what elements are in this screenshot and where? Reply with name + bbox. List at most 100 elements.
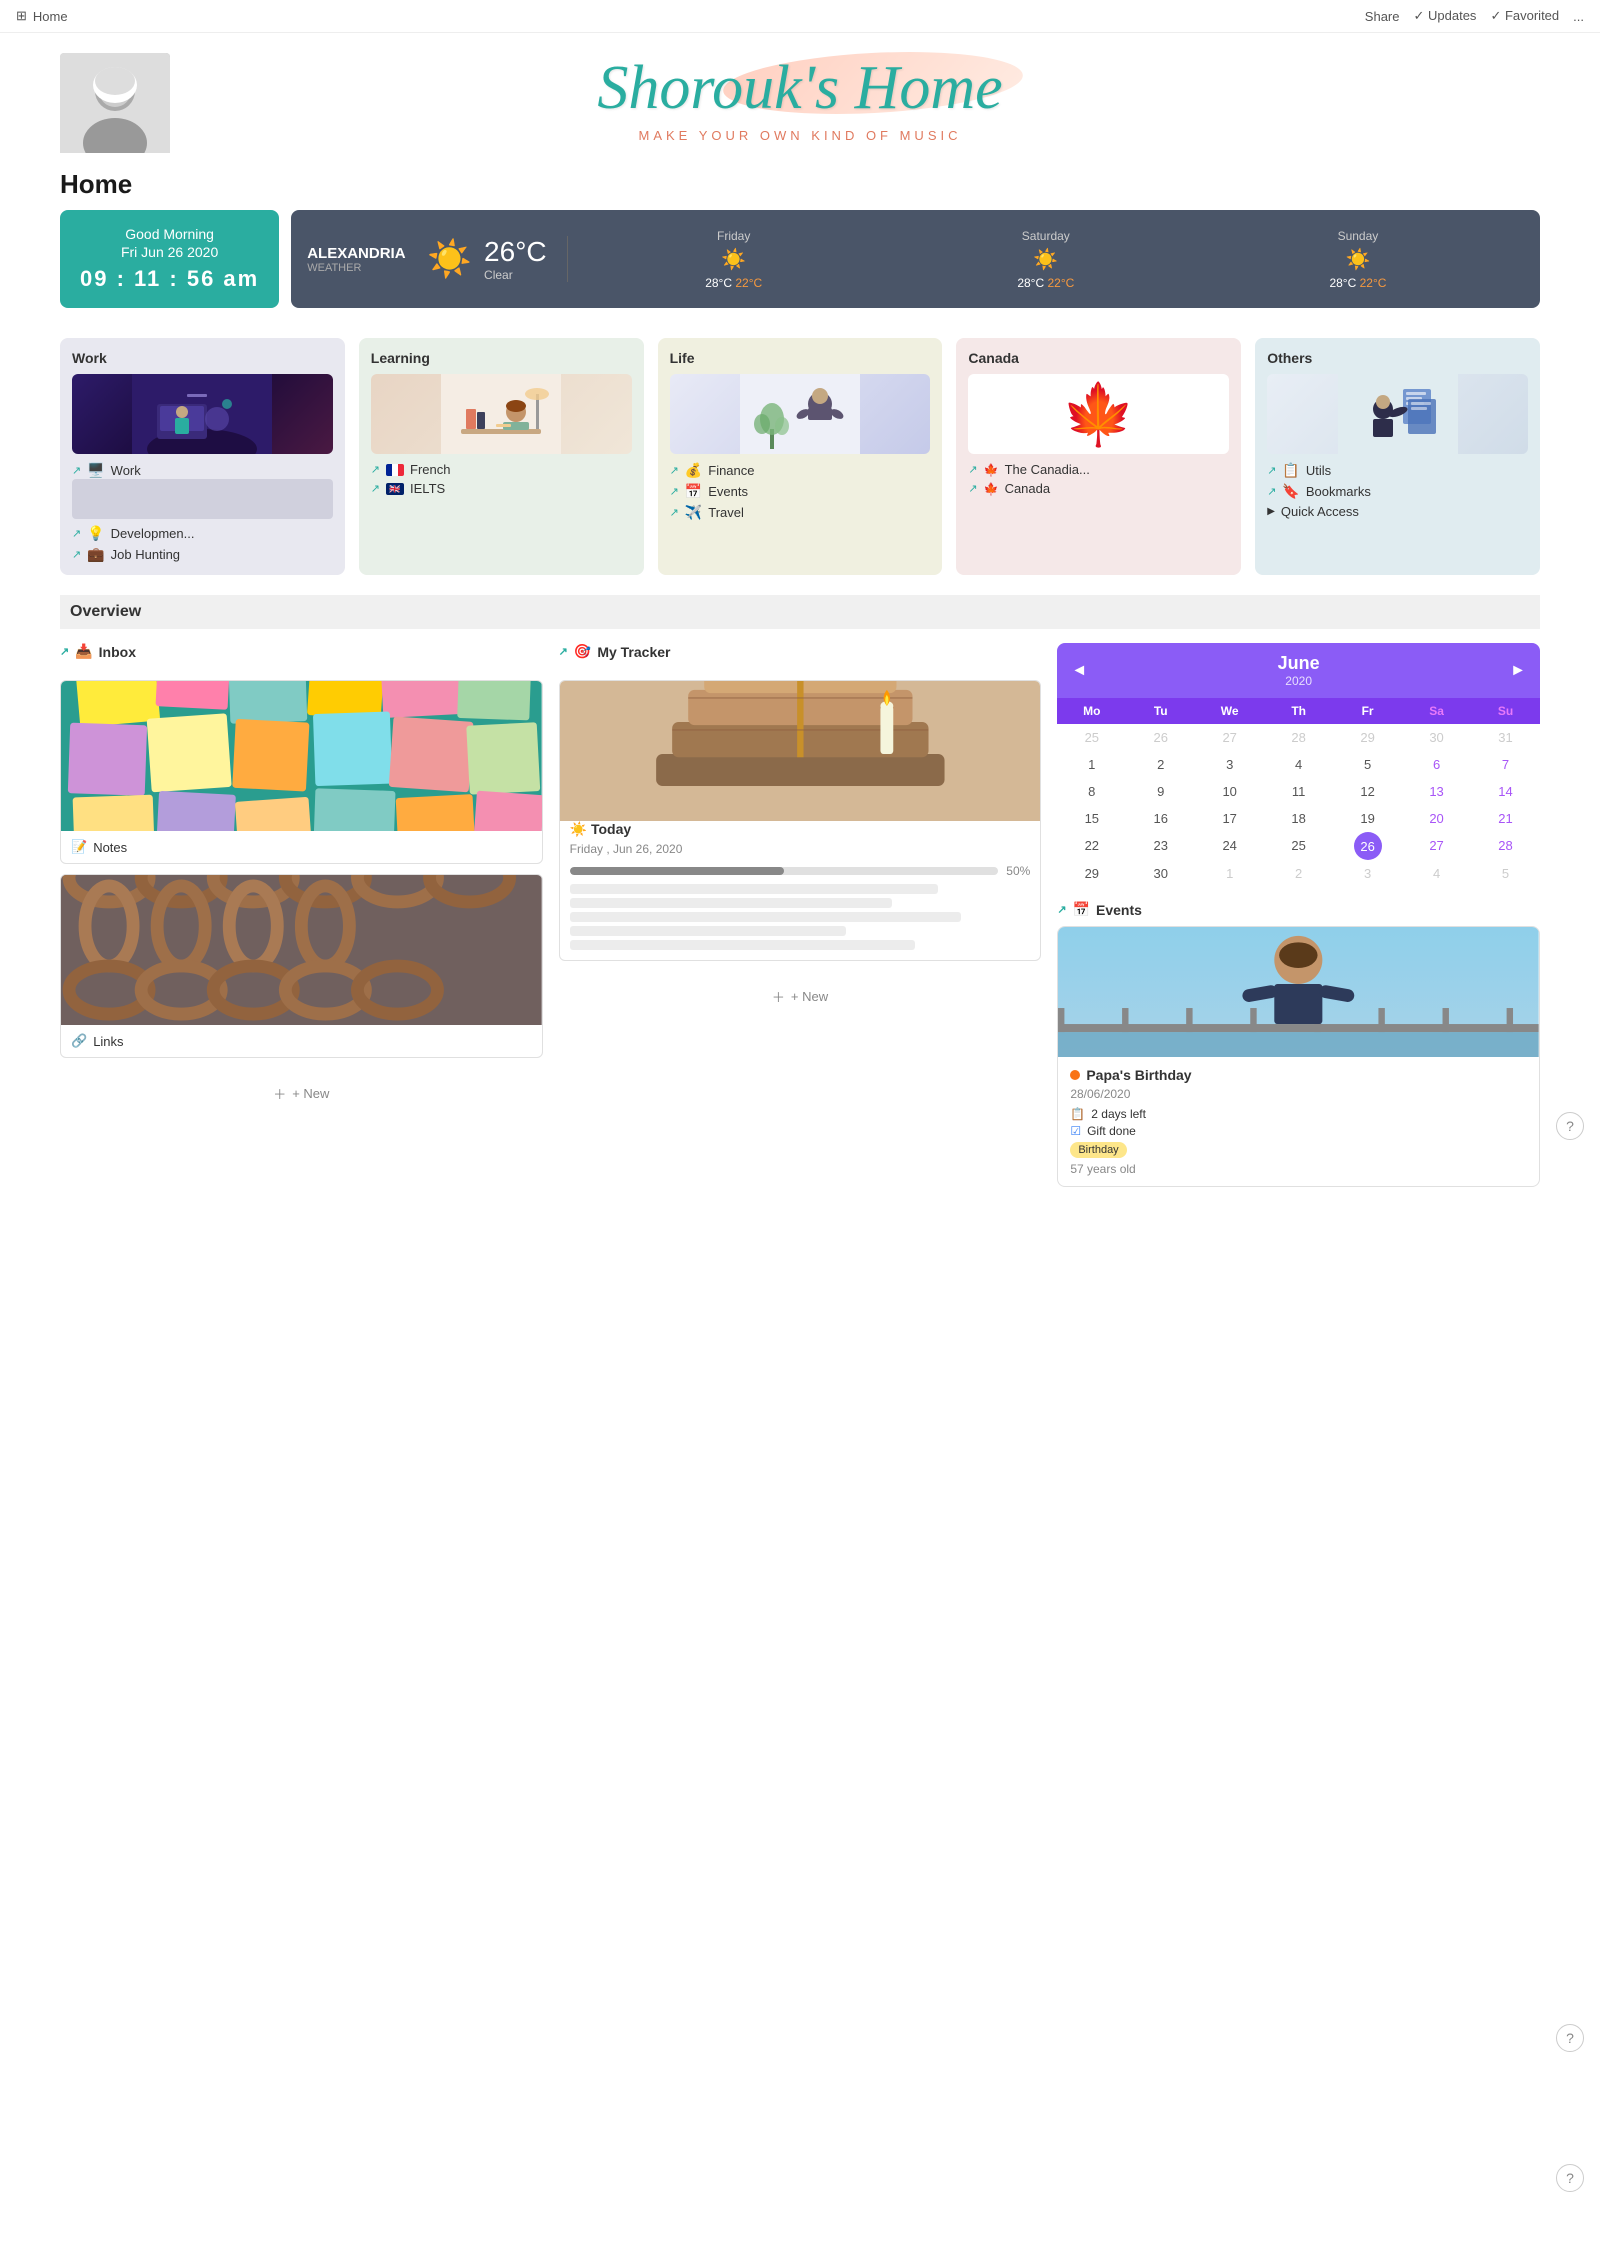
share-button[interactable]: Share <box>1365 9 1400 24</box>
cal-day[interactable]: 30 <box>1126 860 1195 887</box>
cal-day[interactable]: 23 <box>1126 832 1195 860</box>
cal-week-2: 1 2 3 4 5 6 7 <box>1057 751 1540 778</box>
cal-day[interactable]: 30 <box>1402 724 1471 751</box>
cal-day[interactable]: 5 <box>1333 751 1402 778</box>
help-button-mid[interactable]: ? <box>1556 1112 1584 1140</box>
cal-day[interactable]: 8 <box>1057 778 1126 805</box>
arrow-icon: ↗ <box>72 464 81 477</box>
cal-day[interactable]: 29 <box>1057 860 1126 887</box>
cal-day[interactable]: 2 <box>1126 751 1195 778</box>
work-link-work[interactable]: ↗ 🖥️ Work <box>72 462 333 479</box>
cal-day[interactable]: 20 <box>1402 805 1471 832</box>
quick-access-button[interactable]: ▶ Quick Access <box>1267 504 1528 519</box>
arrow-icon: ↗ <box>60 645 69 658</box>
maple-leaf-large-icon: 🍁 <box>1061 379 1136 450</box>
cal-day[interactable]: 17 <box>1195 805 1264 832</box>
cal-day[interactable]: 6 <box>1402 751 1471 778</box>
event-card-birthday[interactable]: Papa's Birthday 28/06/2020 📋 2 days left… <box>1057 926 1540 1187</box>
notes-label: 📝 Notes <box>61 831 542 863</box>
event-checklist: 📋 2 days left ☑ Gift done <box>1070 1107 1527 1138</box>
arrow-icon: ↗ <box>670 464 679 477</box>
cal-day[interactable]: 15 <box>1057 805 1126 832</box>
events-label: Events <box>1096 902 1142 918</box>
category-card-life: Life ↗ 💰 Finance <box>658 338 943 575</box>
favorited-button[interactable]: ✓ Favorited <box>1490 8 1559 24</box>
category-card-others: Others ↗ 📋 <box>1255 338 1540 575</box>
more-button[interactable]: ... <box>1573 9 1584 24</box>
cal-day-today[interactable]: 26 <box>1354 832 1382 860</box>
event-check-gift: ☑ Gift done <box>1070 1124 1527 1138</box>
cal-day[interactable]: 1 <box>1195 860 1264 887</box>
time-widget: Good Morning Fri Jun 26 2020 09 : 11 : 5… <box>60 210 279 308</box>
cal-day[interactable]: 24 <box>1195 832 1264 860</box>
cal-day[interactable]: 11 <box>1264 778 1333 805</box>
cal-day[interactable]: 26 <box>1126 724 1195 751</box>
inbox-card-notes[interactable]: 📝 Notes <box>60 680 543 864</box>
cal-day[interactable]: 27 <box>1402 832 1471 860</box>
links-icon: 🔗 <box>71 1033 87 1049</box>
cal-day[interactable]: 14 <box>1471 778 1540 805</box>
cal-day[interactable]: 25 <box>1057 724 1126 751</box>
tracker-new-button[interactable]: ＋ + New <box>559 977 1042 1016</box>
today-label: ☀️ Today <box>570 821 1031 838</box>
cal-day[interactable]: 27 <box>1195 724 1264 751</box>
cal-day[interactable]: 3 <box>1333 860 1402 887</box>
cal-day[interactable]: 28 <box>1264 724 1333 751</box>
others-thumb <box>1267 374 1528 454</box>
cal-day[interactable]: 4 <box>1264 751 1333 778</box>
events-icon: 📅 <box>1073 901 1090 918</box>
cal-day[interactable]: 2 <box>1264 860 1333 887</box>
cal-day[interactable]: 28 <box>1471 832 1540 860</box>
cal-day[interactable]: 18 <box>1264 805 1333 832</box>
life-link-events[interactable]: ↗ 📅 Events <box>670 483 931 500</box>
checkbox-icon: ☑ <box>1070 1124 1081 1138</box>
nav-home[interactable]: ⊞ Home <box>16 8 68 24</box>
cal-day[interactable]: 4 <box>1402 860 1471 887</box>
cal-day[interactable]: 3 <box>1195 751 1264 778</box>
cal-day[interactable]: 31 <box>1471 724 1540 751</box>
cal-day[interactable]: 7 <box>1471 751 1540 778</box>
learning-link-french[interactable]: ↗ French <box>371 462 632 477</box>
cal-day[interactable]: 25 <box>1264 832 1333 860</box>
cal-day[interactable]: 29 <box>1333 724 1402 751</box>
life-link-travel[interactable]: ↗ ✈️ Travel <box>670 504 931 521</box>
cal-prev-button[interactable]: ◄ <box>1071 662 1087 680</box>
cal-day[interactable]: 9 <box>1126 778 1195 805</box>
dev-icon: 💡 <box>87 525 104 542</box>
inbox-card-links[interactable]: 🔗 Links <box>60 874 543 1058</box>
cal-day[interactable]: 13 <box>1402 778 1471 805</box>
inbox-new-button[interactable]: ＋ + New <box>60 1074 543 1113</box>
widgets-row: Good Morning Fri Jun 26 2020 09 : 11 : 5… <box>0 210 1600 328</box>
work-link-dev[interactable]: ↗ 💡 Developmen... <box>72 525 333 542</box>
cal-day[interactable]: 21 <box>1471 805 1540 832</box>
learning-link-ielts[interactable]: ↗ 🇬🇧 IELTS <box>371 481 632 496</box>
title-area: Shorouk's Home MAKE YOUR OWN KIND OF MUS… <box>597 53 1002 143</box>
cal-day[interactable]: 19 <box>1333 805 1402 832</box>
canada-link-canada[interactable]: ↗ 🍁 Canada <box>968 481 1229 496</box>
cal-day[interactable]: 10 <box>1195 778 1264 805</box>
canada-link-canadian[interactable]: ↗ 🍁 The Canadia... <box>968 462 1229 477</box>
overview-grid: ↗ 📥 Inbox <box>60 643 1540 1187</box>
others-link-utils[interactable]: ↗ 📋 Utils <box>1267 462 1528 479</box>
others-link-bookmarks[interactable]: ↗ 🔖 Bookmarks <box>1267 483 1528 500</box>
calendar-grid: Mo Tu We Th Fr Sa Su <box>1057 698 1540 724</box>
arrow-icon: ↗ <box>1057 903 1066 916</box>
help-button-2[interactable]: ? <box>1556 2024 1584 2052</box>
progress-bar <box>570 867 999 875</box>
canada-thumb: 🍁 <box>968 374 1229 454</box>
work-link-jobs[interactable]: ↗ 💼 Job Hunting <box>72 546 333 563</box>
cal-day[interactable]: 16 <box>1126 805 1195 832</box>
updates-button[interactable]: ✓ Updates <box>1414 8 1477 24</box>
life-link-finance[interactable]: ↗ 💰 Finance <box>670 462 931 479</box>
cal-day[interactable]: 1 <box>1057 751 1126 778</box>
work-card-title: Work <box>72 350 333 366</box>
help-button-bottom: ? <box>1556 2164 1584 2192</box>
arrow-icon: ↗ <box>1267 485 1276 498</box>
cal-day[interactable]: 12 <box>1333 778 1402 805</box>
cal-next-button[interactable]: ► <box>1510 662 1526 680</box>
cal-day[interactable]: 5 <box>1471 860 1540 887</box>
help-button-3[interactable]: ? <box>1556 2164 1584 2192</box>
cal-day[interactable]: 22 <box>1057 832 1126 860</box>
quick-access-label: Quick Access <box>1281 504 1359 519</box>
day-fr: Fr <box>1333 704 1402 718</box>
